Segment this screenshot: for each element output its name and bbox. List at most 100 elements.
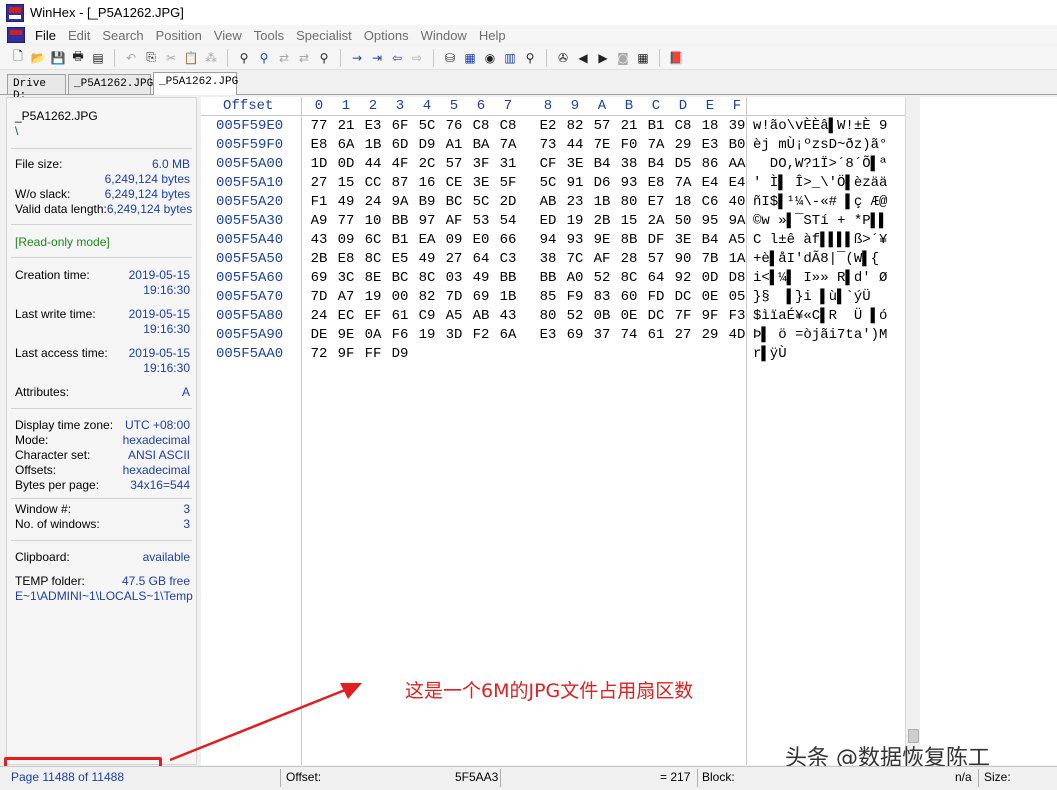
hex-byte[interactable]: E3: [537, 326, 559, 345]
hex-byte[interactable]: DC: [672, 288, 694, 307]
hex-byte[interactable]: 9A: [726, 212, 748, 231]
hex-byte[interactable]: 5C: [537, 174, 559, 193]
hex-row[interactable]: 005F59F0 E8 6A 1B 6D D9 A1 BA 7A 73 44 7E F0 7A 29 E3 B0…: [201, 136, 905, 155]
tab-file-1[interactable]: _P5A1262.JPG: [68, 74, 153, 94]
paste-icon[interactable]: 📋: [183, 50, 199, 66]
hex-byte[interactable]: 39: [726, 117, 748, 136]
cut-icon[interactable]: ✂: [163, 50, 179, 66]
undo-icon[interactable]: ↶: [123, 50, 139, 66]
hex-byte[interactable]: 82: [416, 288, 438, 307]
hex-byte[interactable]: 92: [672, 269, 694, 288]
hex-byte[interactable]: 93: [564, 231, 586, 250]
hex-byte[interactable]: 0B: [591, 307, 613, 326]
hex-byte[interactable]: 9E: [335, 326, 357, 345]
hex-byte[interactable]: 15: [618, 212, 640, 231]
hex-byte[interactable]: E8: [308, 136, 330, 155]
row-text[interactable]: DO,W?1Ï>´8´Õ▌ª: [753, 155, 888, 174]
hex-byte[interactable]: 61: [389, 307, 411, 326]
hex-byte[interactable]: 8B: [618, 231, 640, 250]
table-icon[interactable]: ▦: [635, 50, 651, 66]
row-text[interactable]: Þ▌ ö =òjãi7ta')M: [753, 326, 887, 345]
row-text[interactable]: r▌ÿÙ: [753, 345, 787, 364]
hex-byte[interactable]: ED: [537, 212, 559, 231]
hex-byte[interactable]: 29: [672, 136, 694, 155]
hex-byte[interactable]: 60: [618, 288, 640, 307]
hex-byte[interactable]: 8E: [362, 269, 384, 288]
hex-byte[interactable]: BB: [497, 269, 519, 288]
tab-file-2-active[interactable]: _P5A1262.JPG: [153, 72, 238, 95]
find-text-icon[interactable]: ⚲: [236, 50, 252, 66]
hex-byte[interactable]: 7A: [497, 136, 519, 155]
hex-byte[interactable]: 7B: [699, 250, 721, 269]
hex-byte[interactable]: D9: [416, 136, 438, 155]
row-text[interactable]: èj mÙ¡ºzsD~ðz)ã°: [753, 136, 887, 155]
hex-byte[interactable]: 91: [564, 174, 586, 193]
hex-byte[interactable]: 74: [618, 326, 640, 345]
hex-byte[interactable]: 49: [470, 269, 492, 288]
hex-byte[interactable]: 0E: [618, 307, 640, 326]
hex-byte[interactable]: 6F: [389, 117, 411, 136]
hex-byte[interactable]: EC: [335, 307, 357, 326]
hex-byte[interactable]: B9: [416, 193, 438, 212]
hex-byte[interactable]: 0D: [699, 269, 721, 288]
hex-byte[interactable]: 43: [308, 231, 330, 250]
hex-editor[interactable]: Offset 0123456789ABCDEF 005F59E0 77 21 E3 6F…: [201, 97, 905, 765]
hex-byte[interactable]: A5: [726, 231, 748, 250]
hex-byte[interactable]: 87: [389, 174, 411, 193]
hex-byte[interactable]: FD: [645, 288, 667, 307]
hex-byte[interactable]: 1B: [497, 288, 519, 307]
hex-byte[interactable]: 80: [618, 193, 640, 212]
hex-byte[interactable]: 0A: [362, 326, 384, 345]
hex-byte[interactable]: E8: [335, 250, 357, 269]
hex-byte[interactable]: 38: [618, 155, 640, 174]
hex-byte[interactable]: F3: [726, 307, 748, 326]
hex-byte[interactable]: 5C: [470, 193, 492, 212]
hex-byte[interactable]: 6C: [362, 231, 384, 250]
hex-byte[interactable]: A1: [443, 136, 465, 155]
hex-byte[interactable]: 77: [308, 117, 330, 136]
hex-byte[interactable]: 2D: [497, 193, 519, 212]
save-icon[interactable]: 💾: [50, 50, 66, 66]
hex-byte[interactable]: 57: [645, 250, 667, 269]
hex-byte[interactable]: E4: [726, 174, 748, 193]
hex-byte[interactable]: 57: [443, 155, 465, 174]
hex-byte[interactable]: 54: [497, 212, 519, 231]
row-text[interactable]: C l±ê àf▌▌▌▌ß>´¥: [753, 231, 887, 250]
hex-byte[interactable]: 7A: [645, 136, 667, 155]
hex-byte[interactable]: B4: [591, 155, 613, 174]
hex-byte[interactable]: A5: [443, 307, 465, 326]
hex-byte[interactable]: 3E: [672, 231, 694, 250]
hex-byte[interactable]: F9: [564, 288, 586, 307]
hex-byte[interactable]: BA: [470, 136, 492, 155]
hex-byte[interactable]: B1: [389, 231, 411, 250]
hex-byte[interactable]: AB: [470, 307, 492, 326]
menu-window[interactable]: Window: [415, 28, 473, 43]
hex-byte[interactable]: AA: [726, 155, 748, 174]
hex-byte[interactable]: B1: [645, 117, 667, 136]
hex-byte[interactable]: D5: [672, 155, 694, 174]
hex-byte[interactable]: 7D: [308, 288, 330, 307]
hex-byte[interactable]: BC: [389, 269, 411, 288]
hex-row[interactable]: 005F5A10 27 15 CC 87 16 CE 3E 5F 5C 91 D6 93 E8 7A E4 E4…: [201, 174, 905, 193]
disk-edit-icon[interactable]: ⛁: [442, 50, 458, 66]
hex-byte[interactable]: 43: [497, 307, 519, 326]
hex-byte[interactable]: 38: [537, 250, 559, 269]
hex-byte[interactable]: 76: [443, 117, 465, 136]
hex-byte[interactable]: 52: [591, 269, 613, 288]
hex-byte[interactable]: AB: [537, 193, 559, 212]
hex-byte[interactable]: 09: [335, 231, 357, 250]
hex-byte[interactable]: 93: [618, 174, 640, 193]
hex-byte[interactable]: E0: [470, 231, 492, 250]
hex-byte[interactable]: 83: [591, 288, 613, 307]
hex-byte[interactable]: 57: [591, 117, 613, 136]
hex-byte[interactable]: 16: [416, 174, 438, 193]
hex-row[interactable]: 005F5A60 69 3C 8E BC 8C 03 49 BB BB A0 52 8C 64 92 0D D8…: [201, 269, 905, 288]
hex-byte[interactable]: 03: [443, 269, 465, 288]
properties-icon[interactable]: ▤: [90, 50, 106, 66]
hex-byte[interactable]: A7: [335, 288, 357, 307]
hex-byte[interactable]: F1: [308, 193, 330, 212]
tab-drive-d[interactable]: Drive D:: [7, 74, 66, 102]
hex-row[interactable]: 005F5A00 1D 0D 44 4F 2C 57 3F 31 CF 3E B4 38 B4 D5 86 AA…: [201, 155, 905, 174]
row-text[interactable]: ©w »▌¯STí + *P▌▌: [753, 212, 887, 231]
hex-byte[interactable]: 77: [335, 212, 357, 231]
